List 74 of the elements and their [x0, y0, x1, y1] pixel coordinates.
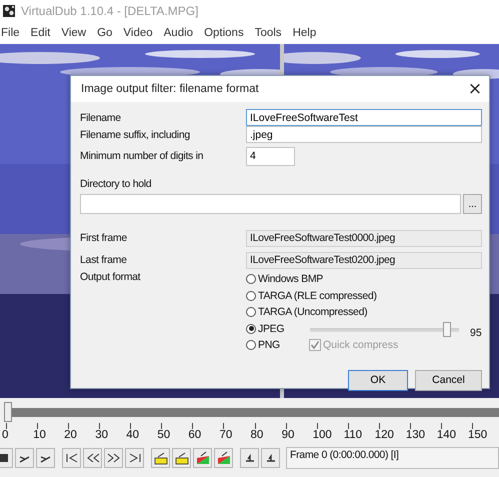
next-key-button[interactable]	[104, 448, 123, 468]
window-title: VirtualDub 1.10.4 - [DELTA.MPG]	[21, 4, 198, 18]
radio-option[interactable]: TARGA (RLE compressed)	[246, 290, 377, 302]
menu-item[interactable]: Go	[97, 27, 112, 39]
skip-end-icon	[128, 451, 142, 465]
tick-label: 130	[406, 429, 425, 442]
tick-label: 120	[374, 429, 394, 442]
field-label: Minimum number of digits in	[80, 150, 204, 162]
menu-item[interactable]: Help	[292, 27, 316, 39]
scene-icon	[196, 451, 210, 465]
radio-option[interactable]: JPEG	[246, 322, 284, 335]
menu-item[interactable]: File	[1, 27, 20, 39]
end-button[interactable]	[125, 448, 144, 468]
mark-in-button[interactable]	[151, 448, 170, 468]
menu-item[interactable]: Video	[123, 27, 153, 39]
close-button[interactable]: ×	[461, 77, 489, 101]
radio-option[interactable]: Windows BMP	[246, 273, 323, 286]
tick-label: 20	[64, 429, 77, 442]
menu-item[interactable]: Edit	[30, 27, 50, 39]
scene-out-button[interactable]	[214, 448, 233, 468]
frame-status: Frame 0 (0:00:00.000) [I]	[286, 447, 499, 469]
fast-forward-icon	[106, 451, 120, 465]
field-label: Directory to hold	[80, 178, 152, 190]
digits-field[interactable]: 4	[246, 146, 295, 166]
film-gear-icon	[2, 4, 16, 18]
tick-label: 70	[219, 429, 232, 442]
tick-label: 150	[468, 429, 488, 442]
suffix-field[interactable]: .jpeg	[246, 126, 482, 143]
field-label: Filename suffix, including	[80, 128, 191, 140]
tick-label: 40	[126, 429, 140, 442]
ok-button[interactable]: OK	[348, 370, 408, 390]
mark-out-button[interactable]	[172, 448, 191, 468]
tick-label: 0	[2, 429, 8, 442]
key-next-button[interactable]	[261, 448, 280, 468]
last-frame-field: ILoveFreeSoftwareTest0200.jpeg	[246, 252, 482, 268]
play-out-button[interactable]	[36, 448, 55, 468]
start-button[interactable]	[62, 448, 81, 468]
first-frame-field: ILoveFreeSoftwareTest0000.jpeg	[246, 230, 482, 246]
menu-item[interactable]: View	[61, 27, 86, 39]
radio-option[interactable]: PNG	[246, 339, 280, 352]
tick-label: 80	[250, 429, 264, 442]
tick-label: 110	[344, 429, 362, 442]
tick-label: 140	[436, 429, 456, 442]
directory-field[interactable]	[80, 194, 461, 214]
tick-label: 60	[188, 429, 202, 442]
scene-icon	[216, 451, 230, 465]
filename-field[interactable]: ILoveFreeSoftwareTest	[246, 109, 482, 126]
tick-label: 50	[157, 429, 170, 442]
tick-label: 100	[312, 429, 332, 442]
field-label: Output format	[80, 271, 142, 285]
quality-value: 95	[470, 326, 482, 338]
tick-label: 90	[282, 429, 294, 442]
radio-option[interactable]: TARGA (Uncompressed)	[246, 306, 368, 318]
timeline-thumb[interactable]	[4, 402, 12, 422]
tick-label: 10	[33, 429, 46, 442]
tick-label: 30	[95, 429, 108, 442]
skip-start-icon	[64, 451, 78, 465]
marker-icon	[154, 451, 168, 465]
field-label: Last frame	[80, 254, 128, 266]
menu-item[interactable]: Options	[204, 27, 244, 39]
field-label: Filename	[80, 112, 122, 124]
key-prev-button[interactable]	[240, 448, 259, 468]
menu-item[interactable]: Tools	[254, 27, 282, 39]
browse-button[interactable]: ...	[463, 194, 482, 214]
dialog-title: Image output filter: filename format	[81, 83, 259, 95]
scene-in-button[interactable]	[193, 448, 212, 468]
marker-icon	[174, 451, 188, 465]
field-label: First frame	[80, 232, 128, 244]
rewind-icon	[86, 451, 100, 465]
cancel-button[interactable]: Cancel	[415, 370, 482, 390]
prev-key-button[interactable]	[83, 448, 102, 468]
play-in-button[interactable]	[15, 448, 34, 468]
menu-item[interactable]: Audio	[164, 27, 194, 39]
slider-thumb[interactable]	[443, 322, 452, 336]
